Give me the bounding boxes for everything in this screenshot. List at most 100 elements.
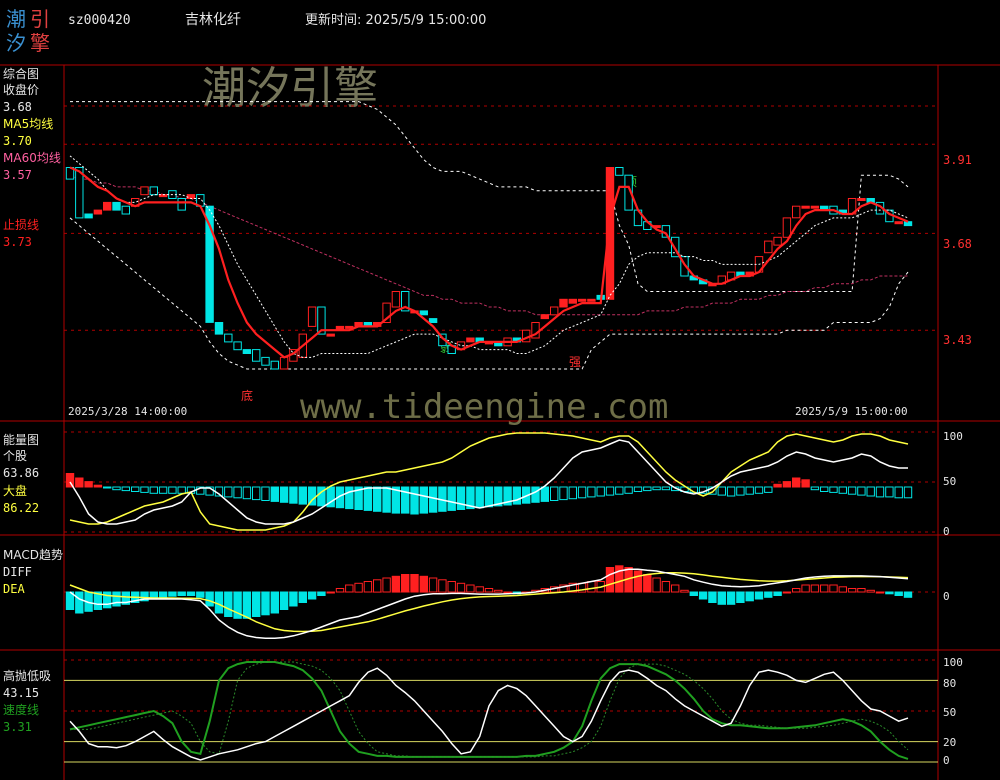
candle — [810, 205, 820, 209]
energy-bar — [633, 486, 643, 492]
macd-bar — [270, 591, 280, 614]
candle — [84, 213, 93, 219]
candle — [577, 298, 587, 302]
candle — [93, 209, 103, 215]
macd-bar — [456, 582, 466, 593]
candle — [773, 236, 782, 246]
macd-bar — [885, 591, 894, 595]
macd-bar — [205, 591, 214, 607]
price-tick: 3.91 — [943, 153, 972, 167]
dea-label: DEA — [3, 582, 25, 596]
logo-char: 引 — [30, 7, 50, 31]
energy-bar — [624, 486, 633, 494]
energy-bar — [168, 486, 177, 494]
energy-bar — [875, 486, 885, 498]
macd-bar — [801, 584, 810, 593]
energy-bar — [866, 486, 875, 497]
energy-bar — [531, 486, 540, 503]
energy-bar — [661, 486, 671, 491]
macd-bar — [298, 591, 308, 603]
energy-bar — [261, 486, 270, 501]
energy-tick: 50 — [943, 475, 956, 488]
macd-bar — [410, 574, 419, 593]
candle — [568, 298, 577, 304]
macd-bar — [447, 581, 456, 593]
energy-bar — [754, 486, 764, 494]
macd-bar — [671, 584, 680, 593]
energy-bar — [559, 486, 568, 501]
stock-name: 吉林化纤 — [185, 12, 241, 28]
diff-label: DIFF — [3, 565, 32, 579]
energy-bar — [410, 486, 419, 515]
candle — [149, 186, 159, 196]
energy-bar — [373, 486, 382, 512]
logo-char: 擎 — [30, 31, 50, 55]
speed-label: 速度线 — [3, 702, 39, 717]
annotation-bottom: 底 — [241, 388, 253, 403]
macd-bar — [307, 591, 317, 600]
energy-bar — [512, 486, 522, 505]
macd-bar — [708, 591, 717, 603]
candle — [782, 217, 792, 238]
candle — [252, 349, 261, 362]
energy-bar — [75, 477, 84, 488]
macd-bar — [345, 584, 354, 593]
energy-bar — [233, 486, 242, 499]
update-time: 更新时间: 2025/5/9 15:00:00 — [305, 12, 486, 28]
candle — [587, 298, 596, 302]
candle — [559, 298, 568, 308]
energy-bar — [615, 486, 624, 495]
candle — [419, 310, 429, 316]
energy-bar — [903, 486, 913, 499]
energy-bar — [345, 486, 354, 510]
energy-tick: 0 — [943, 525, 950, 538]
macd-bar — [484, 588, 494, 593]
tide-tick: 50 — [943, 706, 956, 719]
price-tick: 3.68 — [943, 237, 972, 251]
energy-bar — [289, 486, 298, 504]
tide-title: 高抛低吸 — [3, 668, 51, 683]
macd-bar — [382, 577, 391, 593]
energy-bar — [224, 486, 233, 498]
price-tick: 3.43 — [943, 333, 972, 347]
energy-bar — [577, 486, 587, 499]
energy-bar — [140, 486, 149, 493]
stock-code: sz000420 — [68, 13, 131, 28]
macd-bar — [652, 577, 661, 593]
macd-bar — [326, 591, 335, 594]
macd-bar — [875, 591, 885, 594]
macd-bar — [587, 581, 596, 593]
logo-char: 潮 — [6, 7, 26, 31]
macd-bar — [894, 591, 903, 596]
candle — [279, 356, 289, 370]
energy-bar — [801, 479, 810, 488]
macd-bar — [261, 591, 270, 616]
macd-bar — [466, 584, 475, 593]
stop-label: 止损线 — [3, 218, 39, 232]
energy-bar — [363, 486, 373, 511]
macd-bar — [419, 575, 429, 593]
energy-bar — [717, 486, 726, 496]
energy-bar — [484, 486, 494, 508]
macd-bar — [773, 591, 782, 596]
candle — [792, 205, 801, 219]
energy-bar — [121, 486, 130, 492]
energy-market-value: 86.22 — [3, 501, 39, 515]
macd-bar — [196, 591, 205, 598]
energy-bar — [726, 486, 736, 497]
macd-bar — [782, 591, 792, 594]
macd-bar — [903, 591, 913, 598]
candle — [550, 306, 559, 316]
energy-bar — [540, 486, 549, 502]
energy-bar — [84, 481, 93, 488]
candle — [428, 318, 438, 324]
energy-bar — [177, 486, 186, 494]
energy-bar — [782, 481, 792, 488]
energy-bar — [568, 486, 577, 500]
main-title: 综合图 — [3, 66, 39, 81]
energy-bar — [820, 486, 829, 492]
macd-bar — [726, 591, 736, 605]
energy-bar — [894, 486, 903, 499]
macd-bar — [633, 570, 643, 593]
candle — [801, 205, 810, 209]
